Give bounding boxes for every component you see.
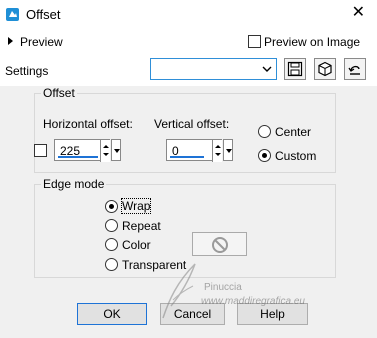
- edge-color-swatch[interactable]: [192, 232, 247, 256]
- no-sign-icon: [212, 237, 228, 253]
- chevron-down-icon: [262, 66, 272, 72]
- spin-up-icon[interactable]: [215, 145, 221, 148]
- input-focus-underline: [170, 156, 204, 158]
- settings-label: Settings: [5, 64, 49, 78]
- expand-arrow-icon[interactable]: [8, 37, 13, 45]
- wrap-radio-label: Wrap: [120, 198, 152, 214]
- center-radio[interactable]: [258, 125, 271, 138]
- settings-row: Settings: [0, 55, 377, 85]
- spin-down-icon[interactable]: [215, 153, 221, 156]
- watermark-url: www.maddiregrafica.eu: [201, 296, 305, 307]
- save-icon: [287, 61, 303, 77]
- custom-radio-label: Custom: [275, 149, 317, 163]
- spin-up-icon[interactable]: [103, 145, 109, 148]
- horizontal-offset-stepper[interactable]: [100, 140, 110, 162]
- color-radio-label: Color: [122, 238, 151, 252]
- wrap-radio[interactable]: [105, 200, 118, 213]
- window-title: Offset: [26, 7, 61, 22]
- close-icon[interactable]: ✕: [352, 4, 365, 22]
- horizontal-offset-label: Horizontal offset:: [43, 117, 133, 131]
- vertical-offset-stepper[interactable]: [212, 140, 222, 162]
- dropdown-arrow-icon: [226, 149, 232, 153]
- preview-on-image-label: Preview on Image: [264, 35, 361, 49]
- horizontal-offset-dropdown[interactable]: [111, 139, 121, 161]
- preview-on-image-checkbox[interactable]: [248, 35, 261, 48]
- watermark: Pinuccia www.maddiregrafica.eu: [155, 260, 355, 320]
- app-icon: [6, 8, 19, 21]
- vertical-offset-input[interactable]: 0: [166, 139, 222, 162]
- dropdown-arrow-icon: [114, 149, 120, 153]
- offset-group-title: Offset: [41, 86, 77, 100]
- watermark-name: Pinuccia: [204, 282, 242, 293]
- color-radio[interactable]: [105, 238, 118, 251]
- vertical-offset-dropdown[interactable]: [223, 139, 233, 161]
- spin-down-icon[interactable]: [103, 153, 109, 156]
- cube-icon: [318, 61, 332, 77]
- repeat-radio-label: Repeat: [122, 219, 161, 233]
- horizontal-offset-input[interactable]: 225: [54, 139, 110, 162]
- input-focus-underline: [58, 156, 98, 158]
- feather-watermark-icon: [162, 263, 196, 319]
- edge-mode-group-title: Edge mode: [41, 177, 107, 191]
- ok-button[interactable]: OK: [77, 303, 147, 325]
- title-bar: Offset ✕: [0, 0, 377, 30]
- reset-settings-button[interactable]: [344, 58, 366, 80]
- vertical-offset-label: Vertical offset:: [154, 117, 230, 131]
- preview-toggle[interactable]: Preview: [20, 35, 63, 49]
- save-settings-button[interactable]: [284, 58, 306, 80]
- settings-combo[interactable]: [150, 58, 277, 80]
- load-settings-button[interactable]: [314, 58, 336, 80]
- repeat-radio[interactable]: [105, 219, 118, 232]
- transparent-radio[interactable]: [105, 258, 118, 271]
- link-offsets-checkbox[interactable]: [34, 144, 47, 157]
- center-radio-label: Center: [275, 125, 312, 139]
- reset-icon: [348, 65, 360, 75]
- custom-radio[interactable]: [258, 149, 271, 162]
